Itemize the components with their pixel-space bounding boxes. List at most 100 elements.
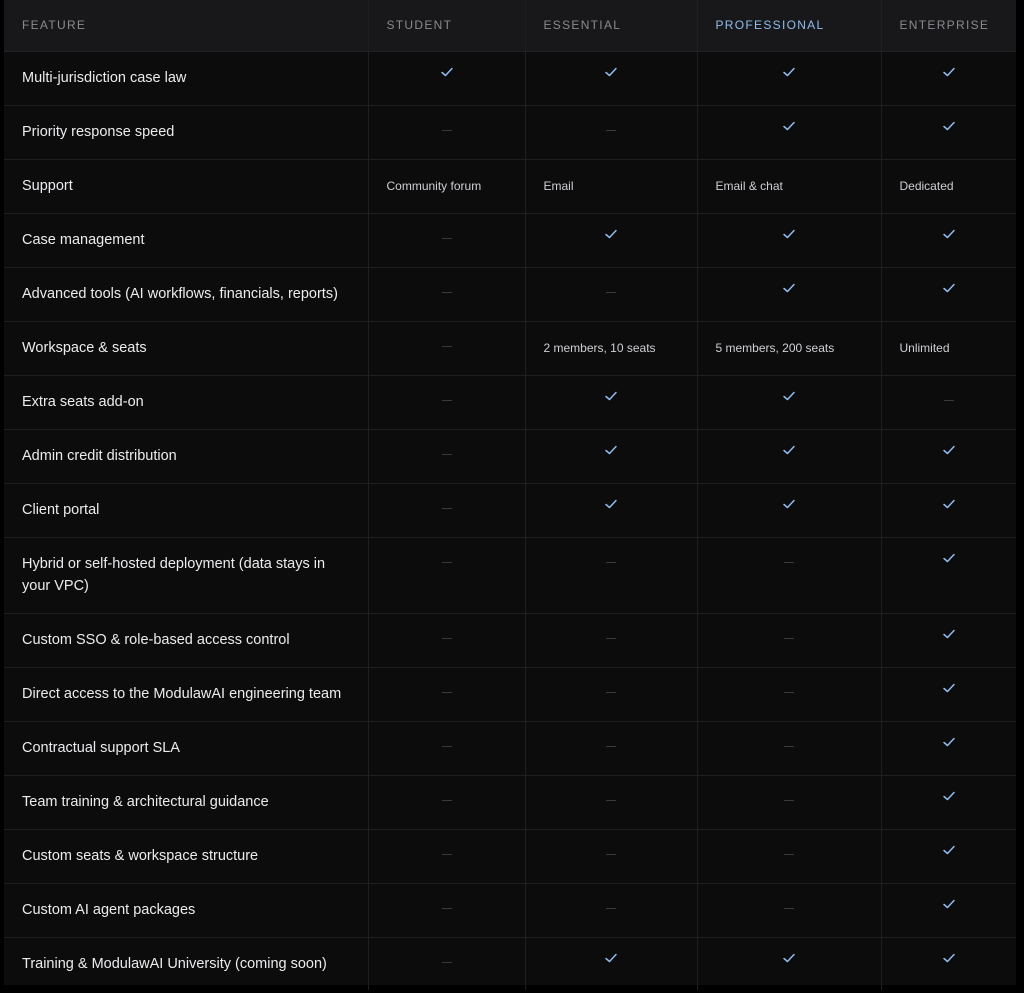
check-icon <box>782 66 796 78</box>
feature-label: Contractual support SLA <box>4 721 369 776</box>
student-cell <box>368 105 526 160</box>
dash-icon <box>784 691 794 693</box>
essential-cell <box>525 937 698 990</box>
feature-label: Priority response speed <box>4 105 369 160</box>
check-icon <box>942 898 956 910</box>
enterprise-cell <box>881 937 1016 990</box>
essential-value: 2 members, 10 seats <box>525 321 698 376</box>
dash-icon <box>784 907 794 909</box>
professional-cell <box>696 667 882 722</box>
student-cell <box>368 613 526 668</box>
table-row: Direct access to the ModulawAI engineeri… <box>4 667 1016 722</box>
feature-label: Custom SSO & role-based access control <box>4 613 369 668</box>
essential-cell <box>525 105 698 160</box>
table-row: Priority response speed <box>4 105 1016 160</box>
check-icon <box>782 282 796 294</box>
check-icon <box>604 952 618 964</box>
dash-icon <box>441 637 452 639</box>
dash-icon <box>606 907 616 909</box>
feature-table: FEATURE STUDENT ESSENTIAL PROFESSIONAL E… <box>4 0 1016 990</box>
student-cell <box>368 267 526 322</box>
feature-label: Team training & architectural guidance <box>4 775 369 830</box>
table-row: Team training & architectural guidance <box>4 775 1016 830</box>
check-icon <box>782 228 796 240</box>
table-header: FEATURE STUDENT ESSENTIAL PROFESSIONAL E… <box>4 0 1016 52</box>
professional-cell <box>696 483 882 538</box>
essential-cell <box>525 267 698 322</box>
essential-value: Email <box>525 159 698 214</box>
table-row: Advanced tools (AI workflows, financials… <box>4 267 1016 322</box>
dash-icon <box>606 853 616 855</box>
check-icon <box>942 228 956 240</box>
feature-label: Client portal <box>4 483 369 538</box>
essential-cell <box>525 829 698 884</box>
table-row: Case management <box>4 213 1016 268</box>
feature-label: Admin credit distribution <box>4 429 369 484</box>
dash-icon <box>441 399 452 401</box>
dash-icon <box>441 129 452 131</box>
header-feature: FEATURE <box>4 0 369 52</box>
professional-cell <box>696 213 882 268</box>
essential-cell <box>525 613 698 668</box>
student-cell <box>368 883 526 938</box>
dash-icon <box>606 129 616 131</box>
dash-icon <box>441 961 452 963</box>
professional-cell <box>696 883 882 938</box>
dash-icon <box>441 507 452 509</box>
table-row: Admin credit distribution <box>4 429 1016 484</box>
enterprise-cell <box>881 829 1016 884</box>
essential-cell <box>525 375 698 430</box>
check-icon <box>604 228 618 240</box>
essential-cell <box>525 429 698 484</box>
check-icon <box>782 390 796 402</box>
table-row: Multi-jurisdiction case law <box>4 51 1016 106</box>
enterprise-cell <box>881 51 1016 106</box>
table-row: Support Community forum Email Email & chat D… <box>4 159 1016 214</box>
header-essential: ESSENTIAL <box>525 0 698 52</box>
dash-icon <box>606 561 616 563</box>
professional-cell <box>696 537 882 614</box>
dash-icon <box>784 561 794 563</box>
dash-icon <box>606 799 616 801</box>
enterprise-cell <box>881 105 1016 160</box>
student-cell <box>368 829 526 884</box>
essential-cell <box>525 51 698 106</box>
essential-cell <box>525 483 698 538</box>
dash-icon <box>606 637 616 639</box>
professional-cell <box>696 51 882 106</box>
dash-icon <box>784 745 794 747</box>
table-row: Custom SSO & role-based access control <box>4 613 1016 668</box>
table-row: Contractual support SLA <box>4 721 1016 776</box>
check-icon <box>942 790 956 802</box>
check-icon <box>782 120 796 132</box>
professional-cell <box>696 429 882 484</box>
essential-cell <box>525 213 698 268</box>
student-cell <box>368 429 526 484</box>
header-row: FEATURE STUDENT ESSENTIAL PROFESSIONAL E… <box>4 0 1016 52</box>
dash-icon <box>441 237 452 239</box>
professional-value: 5 members, 200 seats <box>696 321 882 376</box>
dash-icon <box>441 745 452 747</box>
professional-cell <box>696 775 882 830</box>
header-professional: PROFESSIONAL <box>696 0 882 52</box>
enterprise-cell <box>881 667 1016 722</box>
student-cell <box>368 937 526 990</box>
professional-cell <box>696 267 882 322</box>
dash-icon <box>441 799 452 801</box>
student-cell <box>368 51 526 106</box>
check-icon <box>782 498 796 510</box>
check-icon <box>942 952 956 964</box>
table-body: Multi-jurisdiction case law Priority resp… <box>4 51 1016 990</box>
dash-icon <box>606 745 616 747</box>
feature-label: Support <box>4 159 369 214</box>
dash-icon <box>441 691 452 693</box>
dash-icon <box>441 907 452 909</box>
dash-icon <box>943 399 954 401</box>
enterprise-cell <box>881 483 1016 538</box>
feature-label: Extra seats add-on <box>4 375 369 430</box>
dash-icon <box>441 453 452 455</box>
student-value: Community forum <box>368 159 526 214</box>
check-icon <box>440 66 454 78</box>
professional-cell <box>696 829 882 884</box>
header-student: STUDENT <box>368 0 526 52</box>
